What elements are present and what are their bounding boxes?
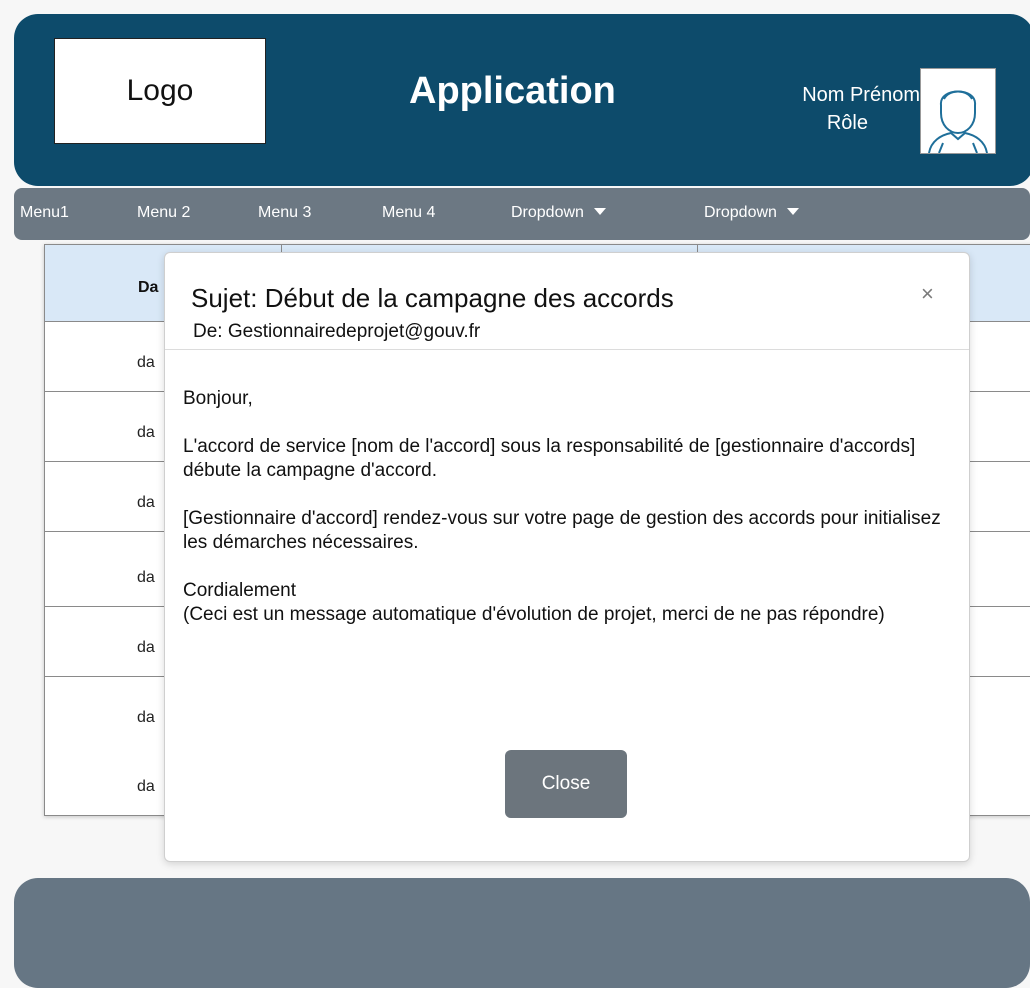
table-cell: da [137, 709, 155, 726]
nav-dropdown-2-label: Dropdown [704, 204, 777, 221]
table-header-cell: Da [138, 279, 159, 296]
user-role: Rôle [826, 112, 868, 134]
body-signoff: Cordialement [183, 580, 296, 601]
nav-menu4[interactable]: Menu 4 [382, 204, 435, 222]
modal-divider [165, 349, 969, 350]
caret-down-icon [593, 208, 606, 215]
modal-body: Bonjour, L'accord de service [nom de l'a… [183, 387, 943, 627]
table-cell: da [137, 494, 155, 511]
modal-subject: Sujet: Début de la campagne des accords [191, 283, 674, 313]
email-modal: Sujet: Début de la campagne des accords … [164, 252, 970, 862]
modal-from: De: Gestionnairedeprojet@gouv.fr [193, 321, 481, 342]
person-icon [921, 69, 995, 154]
close-button[interactable]: Close [505, 750, 627, 818]
table-cell: da [137, 354, 155, 371]
table-cell: da [137, 639, 155, 656]
close-icon[interactable]: × [921, 281, 934, 307]
navbar: Menu1 Menu 2 Menu 3 Menu 4 Dropdown Drop… [14, 188, 1030, 240]
nav-menu2[interactable]: Menu 2 [137, 204, 190, 222]
body-paragraph-2: [Gestionnaire d'accord] rendez-vous sur … [183, 508, 941, 553]
user-name: Nom Prénom [802, 84, 920, 106]
table-cell: da [137, 569, 155, 586]
table-cell: da [137, 424, 155, 441]
nav-dropdown-1-label: Dropdown [511, 204, 584, 221]
body-greeting: Bonjour, [183, 388, 253, 409]
caret-down-icon [786, 208, 799, 215]
body-note: (Ceci est un message automatique d'évolu… [183, 604, 885, 625]
app-header: Logo Application Nom Prénom Rôle [14, 14, 1030, 186]
nav-dropdown-2[interactable]: Dropdown [704, 204, 799, 222]
user-avatar-icon[interactable] [920, 68, 996, 154]
nav-dropdown-1[interactable]: Dropdown [511, 204, 606, 222]
table-cell: da [137, 778, 155, 795]
app-title: Application [409, 70, 616, 112]
logo: Logo [54, 38, 266, 144]
nav-menu3[interactable]: Menu 3 [258, 204, 311, 222]
app-footer [14, 878, 1030, 988]
nav-menu1[interactable]: Menu1 [20, 204, 69, 222]
body-paragraph-1: L'accord de service [nom de l'accord] so… [183, 436, 916, 481]
